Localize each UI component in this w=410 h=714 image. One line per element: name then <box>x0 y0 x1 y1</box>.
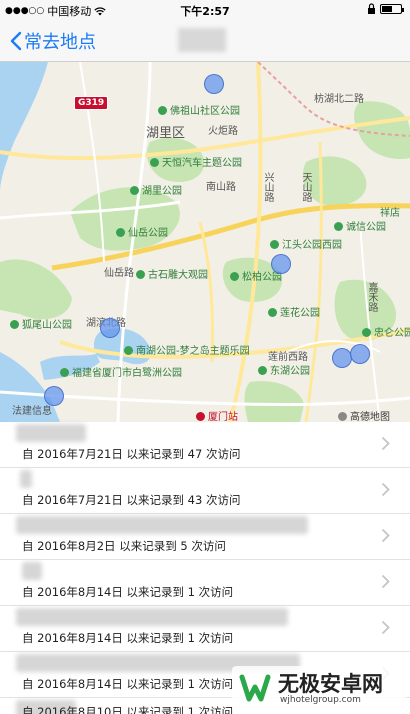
road-label: 嘉禾路 <box>366 282 377 312</box>
road-label: 火炬路 <box>208 126 238 137</box>
visit-location-marker[interactable] <box>332 348 352 368</box>
road-label: 仙岳路 <box>104 268 134 279</box>
visit-location-marker[interactable] <box>350 344 370 364</box>
map-attribution: 高德地图 <box>338 408 390 422</box>
visit-location-marker[interactable] <box>271 254 291 274</box>
road-label: 莲前西路 <box>268 352 308 363</box>
chevron-right-icon <box>381 482 390 497</box>
map-place[interactable]: 古石雕大观园 <box>136 266 208 281</box>
map-place[interactable]: 厦门站 <box>196 408 238 422</box>
rotation-lock-icon <box>368 3 375 14</box>
visit-summary: 自 2016年8月10日 以来记录到 1 次访问 <box>22 705 234 714</box>
list-item[interactable]: 自 2016年8月14日 以来记录到 1 次访问 <box>0 560 410 606</box>
clock: 下午2:57 <box>180 5 230 18</box>
visit-summary: 自 2016年8月14日 以来记录到 1 次访问 <box>22 677 234 691</box>
back-label: 常去地点 <box>24 32 96 53</box>
visit-summary: 自 2016年8月2日 以来记录到 5 次访问 <box>22 539 226 553</box>
location-name <box>22 562 42 580</box>
road-label: 枋湖北二路 <box>314 94 364 105</box>
list-item[interactable]: 自 2016年8月14日 以来记录到 1 次访问 <box>0 606 410 652</box>
map-place[interactable]: 诚信公园 <box>334 218 386 233</box>
road-label: 南山路 <box>206 182 236 193</box>
map-place[interactable]: 狐尾山公园 <box>10 316 72 331</box>
highway-badge: G319 <box>74 96 109 110</box>
map-place[interactable]: 天恒汽车主题公园 <box>150 154 242 169</box>
chevron-right-icon <box>381 620 390 635</box>
location-name <box>16 516 308 534</box>
back-button[interactable]: 常去地点 <box>10 28 96 54</box>
status-bar: ●●●○○ 中国移动 下午2:57 <box>0 0 410 20</box>
map-place[interactable]: 湖里公园 <box>130 182 182 197</box>
location-name <box>20 470 32 488</box>
watermark-url: wjhotelgroup.com <box>280 695 361 705</box>
visit-location-marker[interactable] <box>100 318 120 338</box>
navigation-bar: 常去地点 <box>0 20 410 62</box>
map-place[interactable]: 南湖公园-梦之岛主题乐园 <box>124 342 250 357</box>
road-label: 天山路 <box>300 172 311 202</box>
visit-summary: 自 2016年8月14日 以来记录到 1 次访问 <box>22 585 234 599</box>
map-place[interactable]: 佛祖山社区公园 <box>158 102 240 117</box>
watermark-logo-icon <box>239 674 271 702</box>
chevron-right-icon <box>381 436 390 451</box>
battery-level <box>382 5 392 12</box>
location-name <box>16 608 288 626</box>
map-view[interactable]: G319 湖里区 佛祖山社区公园 天恒汽车主题公园 湖里公园 仙岳公园 古石雕大… <box>0 62 410 422</box>
chevron-left-icon <box>10 31 22 51</box>
list-item[interactable]: 自 2016年7月21日 以来记录到 43 次访问 <box>0 468 410 514</box>
map-place[interactable]: 福建省厦门市白鹭洲公园 <box>60 364 182 379</box>
visit-location-marker[interactable] <box>204 74 224 94</box>
visit-summary: 自 2016年7月21日 以来记录到 47 次访问 <box>22 447 241 461</box>
site-watermark: 无极安卓网 wjhotelgroup.com <box>232 666 406 710</box>
chevron-right-icon <box>381 574 390 589</box>
district-label: 湖里区 <box>146 126 186 141</box>
visit-location-marker[interactable] <box>44 386 64 406</box>
battery-icon <box>380 3 404 14</box>
road-label: 祥店 <box>380 208 400 219</box>
map-place[interactable]: 江头公园西园 <box>270 236 342 251</box>
road-label: 法建信息 <box>12 406 52 417</box>
visit-summary: 自 2016年8月14日 以来记录到 1 次访问 <box>22 631 234 645</box>
map-place[interactable]: 忠仑公园 <box>362 324 410 339</box>
page-title <box>178 28 226 52</box>
status-right <box>367 3 404 14</box>
map-place[interactable]: 仙岳公园 <box>116 224 168 239</box>
map-place[interactable]: 东湖公园 <box>258 362 310 377</box>
road-label: 兴山路 <box>262 172 273 202</box>
watermark-title: 无极安卓网 <box>278 672 383 696</box>
list-item[interactable]: 自 2016年7月21日 以来记录到 47 次访问 <box>0 422 410 468</box>
list-item[interactable]: 自 2016年8月2日 以来记录到 5 次访问 <box>0 514 410 560</box>
location-name <box>16 424 86 442</box>
chevron-right-icon <box>381 528 390 543</box>
map-place[interactable]: 莲花公园 <box>268 304 320 319</box>
visit-summary: 自 2016年7月21日 以来记录到 43 次访问 <box>22 493 241 507</box>
